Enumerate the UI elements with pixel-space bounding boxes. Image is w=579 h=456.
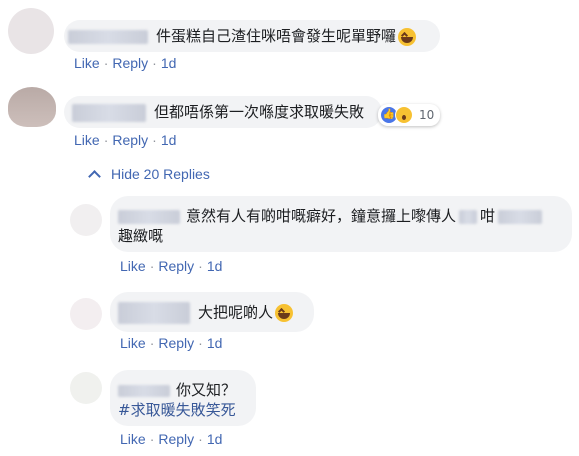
timestamp[interactable]: 1d (207, 335, 223, 351)
reply-link[interactable]: Reply (112, 55, 148, 71)
comment-bubble: 件蛋糕自己渣住咪唔會發生呢單野囉 (64, 20, 440, 52)
hashtag-link[interactable]: #求取暖失敗笑死 (118, 400, 246, 420)
reply-text: 大把呢啲人 (198, 303, 274, 322)
blurred-username[interactable] (118, 209, 180, 224)
reply-bubble: 你又知？ #求取暖失敗笑死 (110, 370, 256, 426)
like-link[interactable]: Like (74, 55, 100, 71)
like-link[interactable]: Like (120, 335, 146, 351)
reply-link[interactable]: Reply (158, 258, 194, 274)
reply-bubble: 大把呢啲人 (110, 292, 314, 332)
reaction-count: 10 (419, 108, 435, 122)
reply-link[interactable]: Reply (158, 431, 194, 447)
chevron-up-icon (88, 170, 101, 183)
reply-actions: Like · Reply · 1d (120, 258, 223, 274)
avatar[interactable] (8, 87, 56, 127)
avatar[interactable] (70, 204, 102, 236)
comment-text: 但都唔係第一次喺度求取暖失敗 (154, 103, 365, 121)
reaction-summary[interactable]: 👍 10 (378, 104, 441, 126)
comment-actions: Like · Reply · 1d (74, 132, 177, 148)
comment-bubble: 但都唔係第一次喺度求取暖失敗 (64, 96, 382, 128)
comment-actions: Like · Reply · 1d (74, 55, 177, 71)
timestamp[interactable]: 1d (161, 132, 177, 148)
timestamp[interactable]: 1d (207, 258, 223, 274)
timestamp[interactable]: 1d (161, 55, 177, 71)
reply-text-line2: 趣緻嘅 (118, 227, 164, 245)
laughing-emoji-icon (275, 304, 294, 322)
reply-link[interactable]: Reply (158, 335, 194, 351)
reply-actions: Like · Reply · 1d (120, 431, 223, 447)
blurred-username[interactable] (68, 29, 148, 44)
comment-text: 件蛋糕自己渣住咪唔會發生呢單野囉 (156, 27, 397, 45)
reply-bubble: 意然有人有啲咁嘅癖好，鐘意攞上嚟傳人 咁 趣緻嘅 (110, 196, 572, 252)
blurred-username[interactable] (118, 302, 190, 324)
avatar[interactable] (70, 372, 102, 404)
like-link[interactable]: Like (74, 132, 100, 148)
like-link[interactable]: Like (120, 258, 146, 274)
blurred-username[interactable] (72, 103, 146, 122)
reply-text-line1: 你又知？ (176, 381, 237, 399)
laughing-emoji-icon (398, 27, 417, 46)
hide-replies-link[interactable]: Hide 20 Replies (88, 166, 210, 183)
hide-replies-label: Hide 20 Replies (111, 166, 210, 182)
like-link[interactable]: Like (120, 431, 146, 447)
avatar[interactable] (70, 298, 102, 330)
reply-text-line1-end: 咁 (480, 207, 496, 225)
reply-text-line1: 意然有人有啲咁嘅癖好，鐘意攞上嚟傳人 (186, 207, 457, 225)
reply-actions: Like · Reply · 1d (120, 335, 223, 351)
reply-link[interactable]: Reply (112, 132, 148, 148)
blurred-mention[interactable] (498, 209, 543, 224)
avatar[interactable] (8, 8, 54, 54)
wow-reaction-icon (395, 106, 413, 124)
blurred-username[interactable] (118, 384, 170, 397)
blurred-mention[interactable] (459, 209, 478, 224)
timestamp[interactable]: 1d (207, 431, 223, 447)
